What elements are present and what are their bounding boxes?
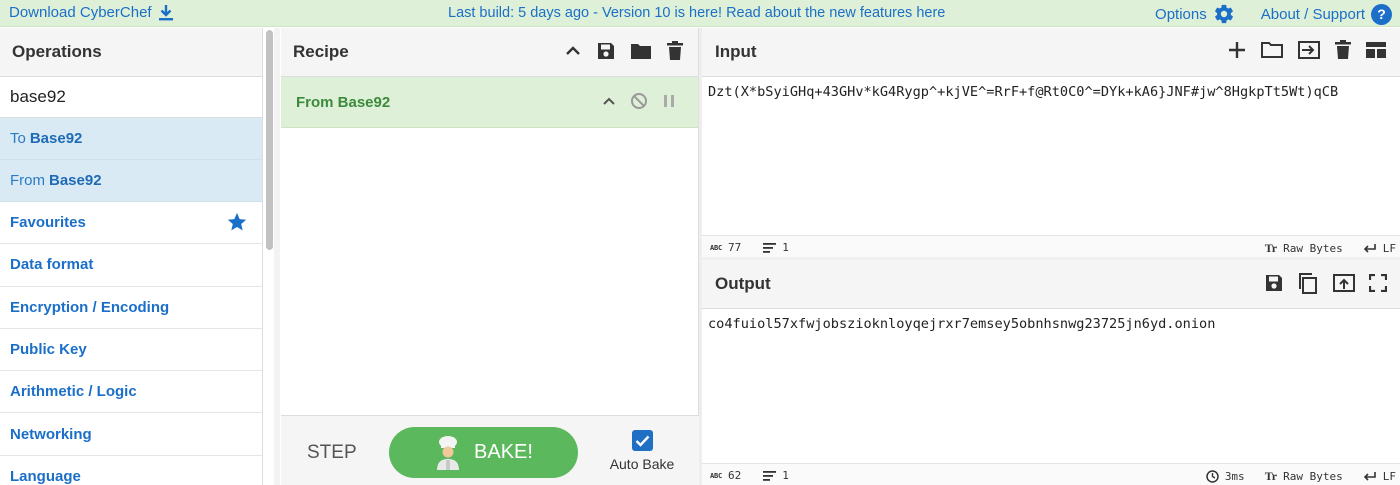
- auto-bake-label: Auto Bake: [609, 456, 675, 472]
- disable-icon[interactable]: [630, 92, 648, 110]
- bake-button[interactable]: BAKE!: [389, 427, 578, 478]
- category-label: Favourites: [10, 214, 86, 232]
- eol-icon[interactable]: [1363, 243, 1377, 254]
- star-icon: [226, 211, 248, 233]
- download-label: Download CyberChef: [9, 4, 152, 21]
- operations-search-input[interactable]: base92: [0, 77, 262, 118]
- auto-bake-toggle[interactable]: Auto Bake: [607, 430, 677, 472]
- recipe-header: Recipe: [281, 28, 698, 77]
- build-message-link[interactable]: Last build: 5 days ago - Version 10 is h…: [448, 5, 945, 21]
- open-file-icon[interactable]: [1297, 40, 1321, 60]
- input-encoding[interactable]: Raw Bytes: [1283, 242, 1343, 255]
- trash-icon[interactable]: [666, 41, 684, 61]
- category-encryption-encoding[interactable]: Encryption / Encoding: [0, 287, 262, 329]
- panel-resize-handle[interactable]: [274, 28, 280, 485]
- options-label[interactable]: Options: [1155, 6, 1207, 23]
- result-prefix: From: [10, 172, 45, 189]
- result-prefix: To: [10, 130, 26, 147]
- category-favourites[interactable]: Favourites: [0, 202, 262, 245]
- save-icon[interactable]: [596, 41, 616, 61]
- operations-scrollbar[interactable]: [266, 30, 273, 250]
- layout-icon[interactable]: [1365, 41, 1387, 59]
- save-icon[interactable]: [1264, 273, 1284, 293]
- search-result-from-base92[interactable]: From Base92: [0, 160, 262, 202]
- folder-icon[interactable]: [630, 41, 652, 61]
- gear-icon[interactable]: [1213, 3, 1235, 25]
- output-title: Output: [715, 274, 771, 293]
- char-count-icon: ABC: [710, 471, 723, 480]
- add-tab-icon[interactable]: [1227, 40, 1247, 60]
- result-name: Base92: [49, 172, 102, 189]
- input-title: Input: [715, 42, 757, 61]
- clock-icon: [1206, 470, 1219, 483]
- bake-label: BAKE!: [474, 441, 533, 463]
- lines-icon: [763, 470, 777, 481]
- char-count-icon: ABC: [710, 243, 723, 252]
- output-eol[interactable]: LF: [1383, 470, 1396, 483]
- operations-panel: Operations base92 To Base92 From Base92 …: [0, 28, 263, 485]
- input-status-bar: ABC 77 1 Tr Raw Bytes LF: [702, 235, 1400, 257]
- copy-icon[interactable]: [1297, 272, 1319, 294]
- download-link[interactable]: Download CyberChef: [9, 4, 174, 21]
- input-textarea[interactable]: Dzt(X*bSyiGHq+43GHv*kG4Rygp^+kjVE^=RrF+f…: [702, 77, 1400, 100]
- search-result-to-base92[interactable]: To Base92: [0, 118, 262, 160]
- category-arithmetic-logic[interactable]: Arithmetic / Logic: [0, 371, 262, 414]
- chef-icon: [434, 435, 462, 470]
- trash-icon[interactable]: [1334, 40, 1352, 60]
- recipe-title: Recipe: [293, 42, 349, 61]
- maximize-icon[interactable]: [1369, 274, 1387, 292]
- output-char-count: 62: [728, 469, 742, 482]
- bake-time: 3ms: [1224, 470, 1245, 483]
- step-button[interactable]: STEP: [307, 442, 357, 464]
- operations-title: Operations: [0, 28, 262, 77]
- input-panel: Input Dzt(X*bSyiGHq+43GHv*kG4Rygp^+kjVE^…: [702, 28, 1400, 258]
- output-line-count: 1: [782, 469, 789, 482]
- category-language[interactable]: Language: [0, 456, 262, 485]
- about-support-label[interactable]: About / Support: [1261, 6, 1365, 23]
- input-char-count: 77: [728, 241, 742, 254]
- text-encoding-icon[interactable]: Tr: [1265, 241, 1277, 256]
- open-folder-icon[interactable]: [1260, 40, 1284, 60]
- result-name: Base92: [29, 130, 83, 147]
- recipe-operation-from-base92[interactable]: From Base92: [281, 77, 698, 128]
- output-encoding[interactable]: Raw Bytes: [1283, 470, 1343, 483]
- lines-icon: [763, 242, 777, 253]
- auto-bake-checkbox[interactable]: [631, 430, 653, 451]
- input-line-count: 1: [782, 241, 789, 254]
- text-encoding-icon[interactable]: Tr: [1265, 469, 1277, 484]
- category-public-key[interactable]: Public Key: [0, 329, 262, 372]
- output-status-bar: ABC 62 1 3ms Tr Raw Bytes LF: [702, 463, 1400, 485]
- output-panel: Output co4fuiol57xfwjobszioknloyqejrxr7e…: [702, 260, 1400, 485]
- category-data-format[interactable]: Data format: [0, 244, 262, 287]
- chevron-up-icon[interactable]: [564, 42, 582, 60]
- bake-bar: STEP BAKE! Auto Bake: [281, 415, 699, 485]
- recipe-operation-label: From Base92: [296, 93, 391, 111]
- category-networking[interactable]: Networking: [0, 413, 262, 456]
- chevron-up-icon[interactable]: [602, 94, 616, 108]
- top-banner: Download CyberChef Last build: 5 days ag…: [0, 0, 1400, 27]
- recipe-panel: Recipe From Base92 STEP BAKE! Auto Bake: [281, 28, 699, 485]
- pause-icon[interactable]: [662, 94, 676, 108]
- output-text[interactable]: co4fuiol57xfwjobszioknloyqejrxr7emsey5ob…: [702, 309, 1400, 332]
- output-header: Output: [702, 260, 1400, 309]
- replace-input-icon[interactable]: [1332, 273, 1356, 293]
- eol-icon[interactable]: [1363, 471, 1377, 482]
- download-icon: [158, 4, 174, 21]
- help-icon[interactable]: ?: [1371, 3, 1392, 25]
- input-eol[interactable]: LF: [1383, 242, 1396, 255]
- input-header: Input: [702, 28, 1400, 77]
